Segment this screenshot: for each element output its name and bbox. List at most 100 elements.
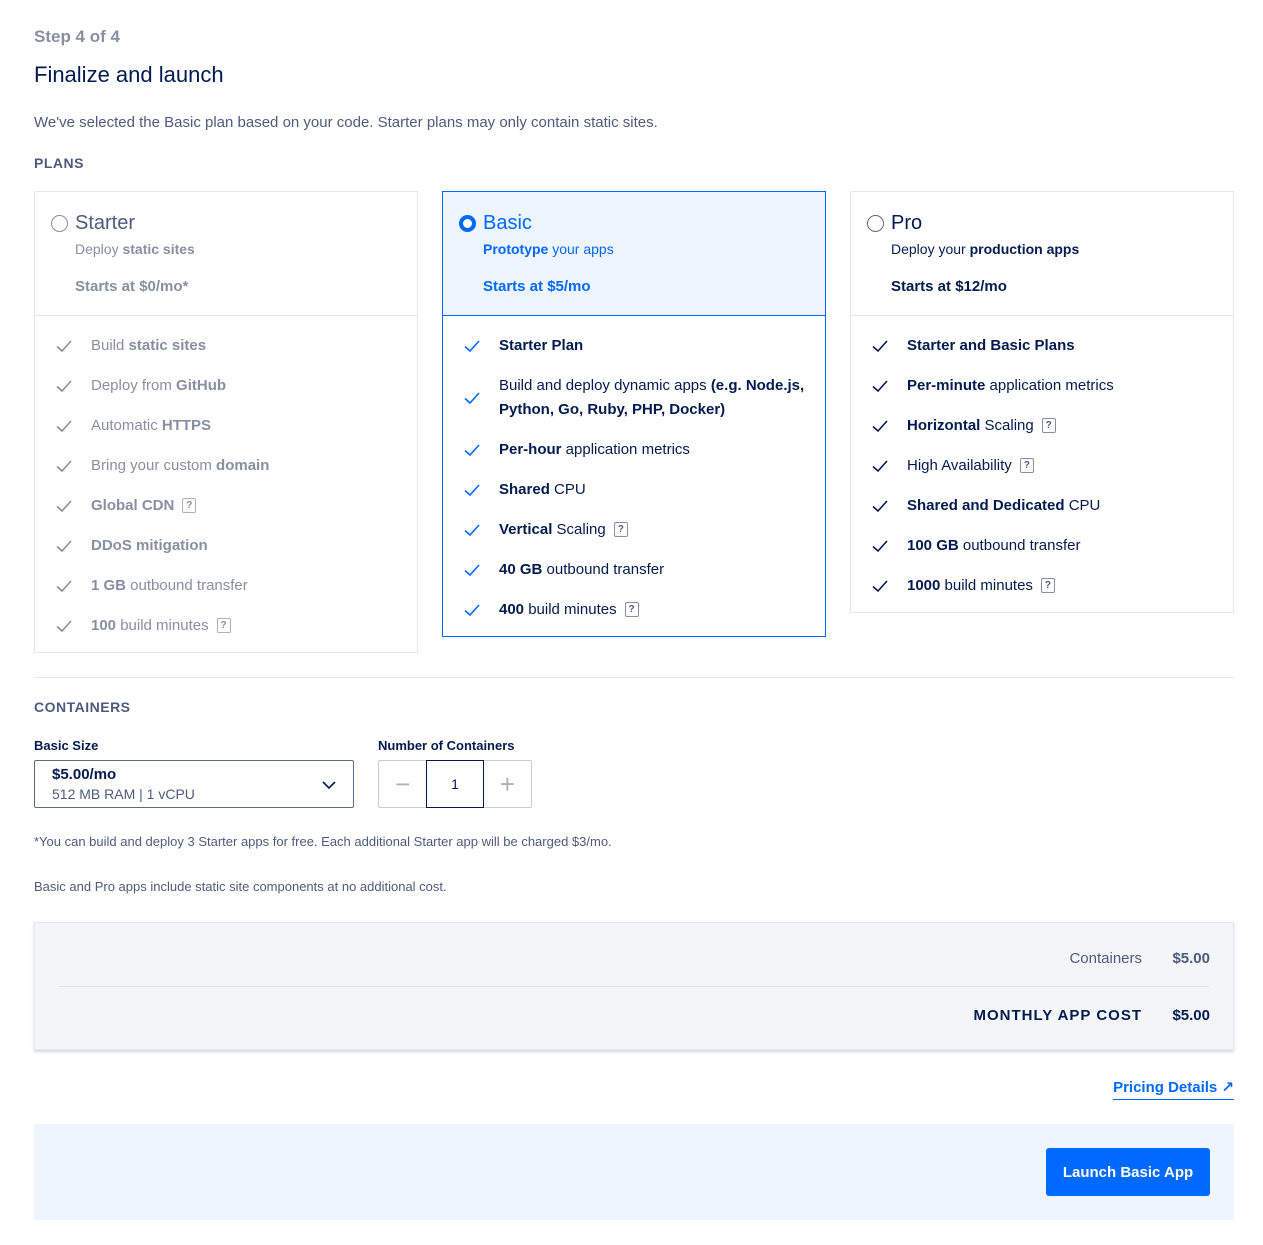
plan-features-list: Starter and Basic Plans Per-minute applic…: [851, 316, 1233, 598]
cost-summary: Containers $5.00 MONTHLY APP COST $5.00: [34, 922, 1234, 1050]
feature-text: 100 GB outbound transfer: [907, 537, 1081, 554]
feature-text: 400 build minutes?: [499, 601, 639, 618]
increment-button[interactable]: +: [484, 761, 531, 807]
plan-radio-basic[interactable]: [459, 215, 476, 232]
plan-card-header: Basic Prototype your apps Starts at $5/m…: [443, 192, 825, 316]
plan-radio-pro[interactable]: [867, 215, 884, 232]
feature-text: Vertical Scaling?: [499, 521, 628, 538]
check-icon: [872, 420, 888, 433]
chevron-down-icon: [322, 781, 336, 790]
containers-section-label: CONTAINERS: [34, 699, 131, 715]
check-icon: [464, 484, 480, 497]
check-icon: [464, 524, 480, 537]
plan-card-pro[interactable]: Pro Deploy your production apps Starts a…: [850, 191, 1234, 613]
plan-name: Starter: [75, 212, 136, 234]
section-divider: [34, 677, 1234, 678]
feature-item: Per-minute application metrics: [851, 374, 1233, 398]
check-icon: [56, 420, 72, 433]
minus-icon: −: [395, 768, 411, 799]
check-icon: [464, 564, 480, 577]
check-icon: [872, 340, 888, 353]
feature-item: 40 GB outbound transfer: [443, 558, 825, 582]
feature-text: Shared CPU: [499, 481, 586, 498]
size-price: $5.00/mo: [52, 766, 117, 783]
feature-item: Global CDN?: [35, 494, 417, 518]
feature-text: 1 GB outbound transfer: [91, 577, 248, 594]
check-icon: [464, 444, 480, 457]
feature-item: Build and deploy dynamic apps (e.g. Node…: [443, 374, 825, 422]
feature-item: Automatic HTTPS: [35, 414, 417, 438]
help-icon[interactable]: ?: [182, 497, 197, 513]
feature-item: Bring your custom domain: [35, 454, 417, 478]
check-icon: [872, 540, 888, 553]
plan-description: Deploy static sites: [75, 241, 195, 257]
starter-pricing-note: *You can build and deploy 3 Starter apps…: [34, 834, 612, 849]
plan-radio-starter[interactable]: [51, 215, 68, 232]
feature-text: Starter Plan: [499, 337, 584, 354]
container-count-input[interactable]: 1: [426, 760, 484, 808]
feature-item: Deploy from GitHub: [35, 374, 417, 398]
count-field-label: Number of Containers: [378, 738, 515, 753]
plan-features-list: Build static sites Deploy from GitHub Auto…: [35, 316, 417, 638]
plan-price: Starts at $5/mo: [483, 278, 591, 295]
feature-item: 100 GB outbound transfer: [851, 534, 1233, 558]
container-size-select[interactable]: $5.00/mo 512 MB RAM | 1 vCPU: [34, 760, 354, 808]
check-icon: [872, 500, 888, 513]
check-icon: [464, 340, 480, 353]
check-icon: [56, 380, 72, 393]
check-icon: [56, 580, 72, 593]
monthly-cost-value: $5.00: [1172, 1007, 1210, 1024]
plan-card-basic[interactable]: Basic Prototype your apps Starts at $5/m…: [442, 191, 826, 637]
help-icon[interactable]: ?: [624, 601, 639, 617]
check-icon: [56, 620, 72, 633]
feature-item: Shared CPU: [443, 478, 825, 502]
feature-item: 100 build minutes?: [35, 614, 417, 638]
decrement-button[interactable]: −: [379, 761, 426, 807]
page-subtitle: We've selected the Basic plan based on y…: [34, 114, 658, 131]
help-icon[interactable]: ?: [1041, 417, 1056, 433]
plan-card-header: Pro Deploy your production apps Starts a…: [851, 192, 1233, 316]
plan-features-list: Starter Plan Build and deploy dynamic app…: [443, 316, 825, 622]
feature-text: High Availability?: [907, 457, 1034, 474]
feature-item: 1000 build minutes?: [851, 574, 1233, 598]
containers-cost-value: $5.00: [1172, 950, 1210, 967]
feature-text: 1000 build minutes?: [907, 577, 1055, 594]
size-spec: 512 MB RAM | 1 vCPU: [52, 786, 195, 802]
check-icon: [872, 380, 888, 393]
check-icon: [56, 340, 72, 353]
launch-footer: Launch Basic App: [34, 1124, 1234, 1220]
page-title: Finalize and launch: [34, 62, 224, 87]
feature-item: Shared and Dedicated CPU: [851, 494, 1233, 518]
container-count-stepper[interactable]: − 1 +: [378, 760, 532, 808]
feature-text: Global CDN?: [91, 497, 197, 514]
feature-text: Starter and Basic Plans: [907, 337, 1075, 354]
feature-text: Automatic HTTPS: [91, 417, 212, 434]
size-field-label: Basic Size: [34, 738, 99, 753]
launch-app-button[interactable]: Launch Basic App: [1046, 1148, 1210, 1196]
help-icon[interactable]: ?: [613, 521, 628, 537]
plan-name: Basic: [483, 212, 532, 234]
help-icon[interactable]: ?: [216, 617, 231, 633]
feature-text: Per-hour application metrics: [499, 441, 690, 458]
feature-item: Build static sites: [35, 334, 417, 358]
feature-text: Horizontal Scaling?: [907, 417, 1056, 434]
containers-cost-label: Containers: [1069, 950, 1142, 967]
pricing-details-link[interactable]: Pricing Details ↗: [1113, 1078, 1234, 1100]
feature-item: Per-hour application metrics: [443, 438, 825, 462]
check-icon: [872, 580, 888, 593]
check-icon: [872, 460, 888, 473]
help-icon[interactable]: ?: [1019, 457, 1034, 473]
check-icon: [56, 460, 72, 473]
plus-icon: +: [499, 768, 515, 799]
feature-text: Build static sites: [91, 337, 207, 354]
help-icon[interactable]: ?: [1040, 577, 1055, 593]
monthly-cost-label: MONTHLY APP COST: [973, 1007, 1142, 1024]
feature-text: Build and deploy dynamic apps (e.g. Node…: [499, 377, 805, 418]
feature-item: Horizontal Scaling?: [851, 414, 1233, 438]
feature-item: DDoS mitigation: [35, 534, 417, 558]
plans-section-label: PLANS: [34, 155, 84, 171]
feature-item: 400 build minutes?: [443, 598, 825, 622]
feature-text: DDoS mitigation: [91, 537, 208, 554]
summary-divider: [59, 986, 1209, 987]
plan-card-starter[interactable]: Starter Deploy static sites Starts at $0…: [34, 191, 418, 653]
